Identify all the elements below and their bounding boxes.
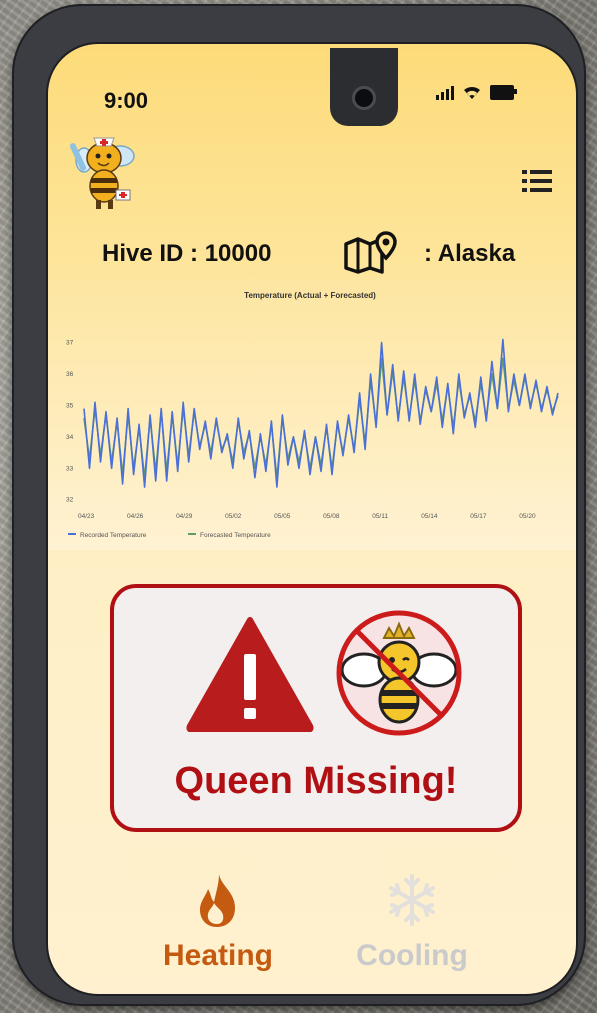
warning-triangle-icon — [186, 617, 314, 732]
queen-missing-alert[interactable]: Queen Missing! — [110, 584, 522, 832]
camera-notch — [330, 48, 398, 126]
location-label: : Alaska — [424, 240, 516, 267]
temperature-chart-svg: Temperature (Actual + Forecasted) 32 33 34… — [66, 291, 559, 539]
cooling-label: Cooling — [356, 939, 468, 972]
signal-icon — [436, 84, 454, 100]
front-camera-icon — [352, 86, 376, 110]
snowflake-icon — [389, 874, 435, 926]
chart-title: Temperature (Actual + Forecasted) — [244, 291, 376, 300]
hive-info-row: Hive ID : 10000 : Alaska — [102, 230, 562, 276]
series-line — [83, 338, 559, 488]
bee-nurse-logo-icon[interactable] — [66, 128, 138, 212]
x-tick-label: 05/05 — [274, 513, 291, 520]
x-tick-label: 05/11 — [372, 513, 388, 520]
phone-frame: 9:00 Hive ID: 10000: Alaska Temperatur… — [12, 4, 586, 1006]
x-tick-label: 05/20 — [519, 513, 536, 520]
x-tick-label: 04/29 — [176, 513, 193, 520]
status-time: 9:00 — [104, 88, 149, 113]
x-tick-label: 05/17 — [470, 513, 487, 520]
x-tick-label: 05/08 — [323, 513, 340, 520]
y-tick-label: 33 — [66, 465, 74, 472]
app-screen: 9:00 Hive ID: 10000: Alaska Temperatur… — [46, 42, 578, 996]
legend-label-forecasted: Forecasted Temperature — [200, 532, 271, 539]
flame-icon — [200, 874, 235, 927]
battery-icon — [490, 85, 517, 100]
x-tick-label: 05/14 — [421, 513, 438, 520]
wifi-icon — [464, 86, 480, 99]
x-tick-label: 04/26 — [127, 513, 144, 520]
y-tick-label: 34 — [66, 434, 74, 441]
alert-message: Queen Missing! — [174, 760, 458, 802]
map-pin-icon[interactable] — [342, 230, 398, 274]
y-tick-label: 36 — [66, 371, 74, 378]
x-tick-label: 05/02 — [225, 513, 242, 520]
heating-label: Heating — [162, 939, 273, 972]
chart-legend: Recorded Temperature Forecasted Temperat… — [68, 532, 271, 539]
y-tick-label: 35 — [66, 402, 74, 409]
y-tick-label: 32 — [66, 497, 74, 504]
legend-label-recorded: Recorded Temperature — [80, 532, 147, 539]
heating-button[interactable]: Heating — [148, 872, 288, 973]
cooling-button[interactable]: Cooling — [342, 872, 482, 973]
no-queen-bee-icon — [336, 610, 462, 736]
hive-id-label: Hive ID : 10000 — [102, 240, 272, 267]
status-icons — [436, 84, 517, 100]
menu-list-icon[interactable] — [522, 170, 552, 192]
y-tick-label: 37 — [66, 340, 74, 347]
temperature-chart: Temperature (Actual + Forecasted) 32 33 34… — [48, 280, 576, 550]
x-tick-label: 04/23 — [78, 513, 95, 520]
